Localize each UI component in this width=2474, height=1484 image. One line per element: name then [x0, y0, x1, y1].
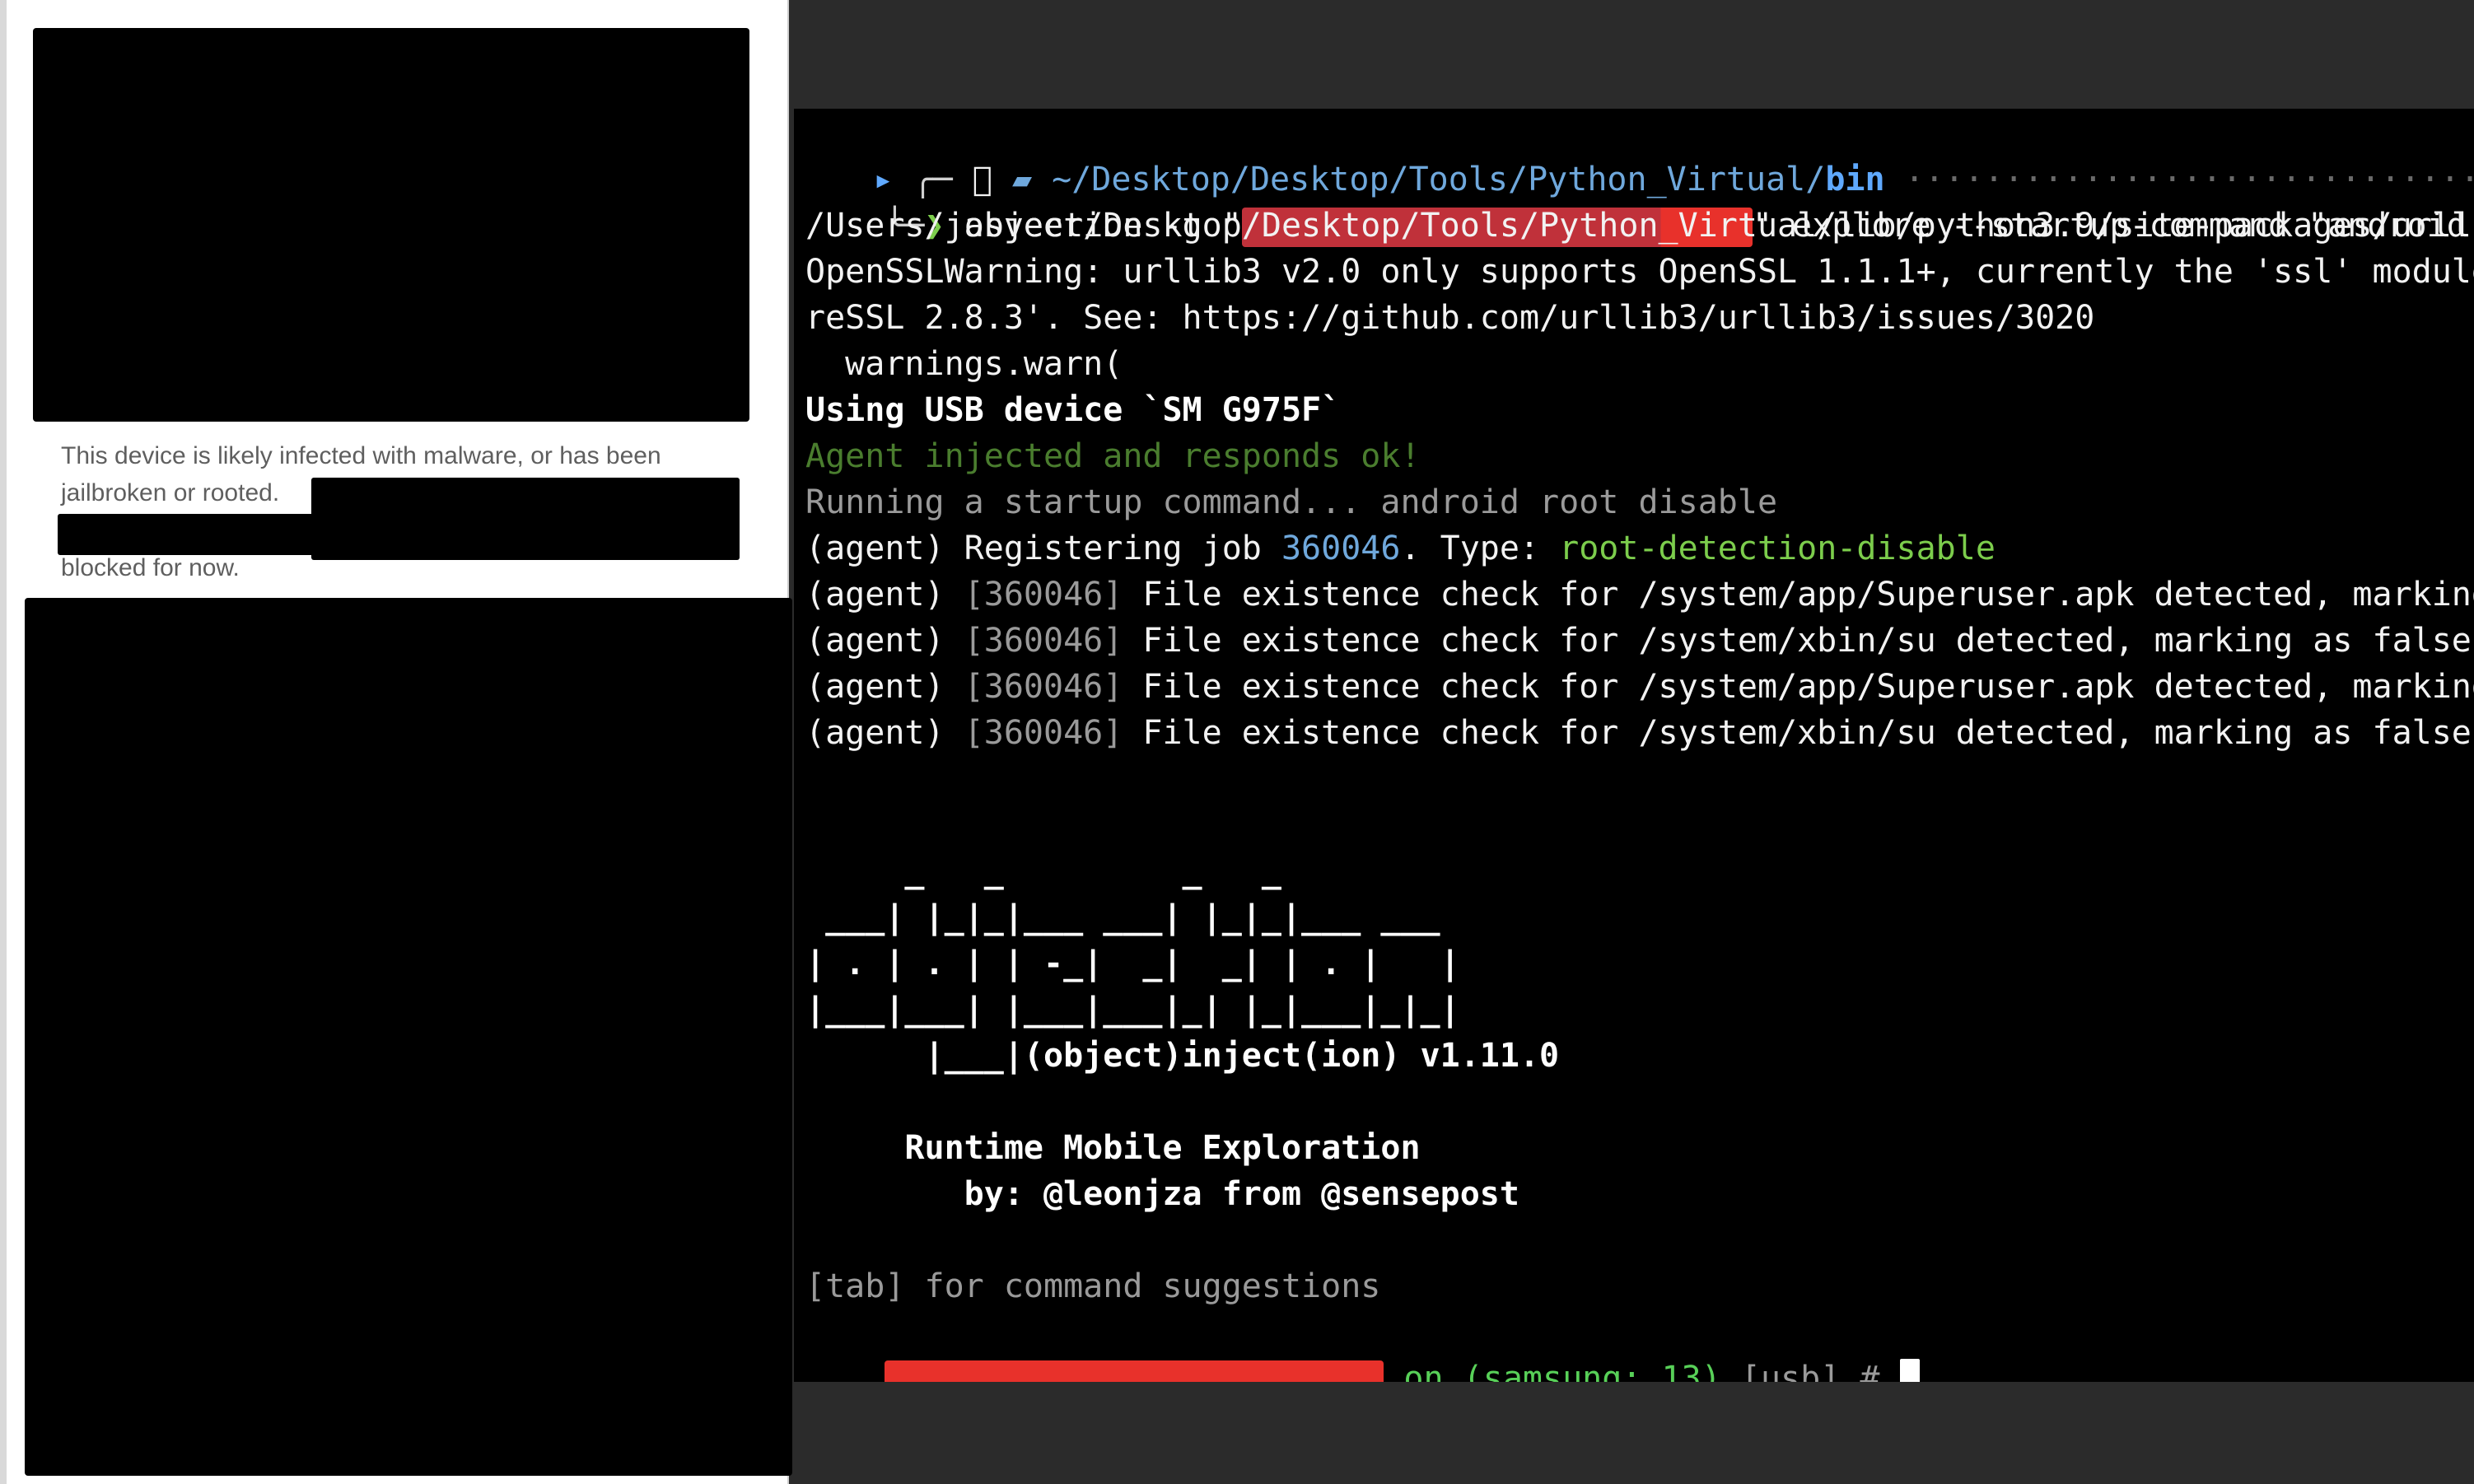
banner-title: Runtime Mobile Exploration [805, 1129, 1421, 1167]
check-job: [360046] [964, 714, 1123, 752]
terminal-window[interactable]: ▸ ╭─  ▰ ~/Desktop/Desktop/Tools/Python_… [794, 109, 2474, 1382]
job-id: 360046 [1281, 530, 1401, 567]
redacted-image-bottom [25, 598, 792, 1476]
check-job: [360046] [964, 668, 1123, 706]
device-screen-panel: This device is likely infected with malw… [0, 0, 792, 1484]
banner-line: | . | . | | -_| _| _| | . | | [805, 945, 1460, 982]
repl-prompt-line[interactable]: on (samsung: 13) [usb] # [805, 1309, 1920, 1382]
check-text: File existence check for /system/app/Sup… [1142, 576, 2474, 614]
warning-line-2: jailbroken or rooted. [61, 479, 280, 506]
tab-hint: [tab] for command suggestions [805, 1267, 1381, 1305]
warning-line-3: blocked for now. [61, 554, 240, 581]
check-prefix: (agent) [805, 668, 964, 706]
banner-line: |___|___| |___|___|_| |_|___|_|_| [805, 991, 1460, 1029]
job-line: (agent) Registering job 360046. Type: ro… [805, 525, 1996, 572]
agent-ok-line: Agent injected and responds ok! [805, 437, 1421, 475]
check-prefix: (agent) [805, 622, 964, 660]
redacted-block-2 [58, 514, 321, 555]
job-prefix: (agent) Registering job [805, 530, 1281, 567]
job-mid: . Type: [1400, 530, 1560, 567]
warning-line-1: This device is likely infected with malw… [61, 442, 661, 469]
check-prefix: (agent) [805, 576, 964, 614]
banner-line: _ _ _ _ [805, 852, 1281, 890]
redacted-block-1 [311, 478, 740, 560]
check-line: (agent) [360046] File existence check fo… [805, 710, 2474, 756]
check-job: [360046] [964, 576, 1123, 614]
redacted-image-top [33, 28, 749, 422]
check-text: File existence check for /system/xbin/su… [1123, 622, 2474, 660]
output-line: OpenSSLWarning: urllib3 v2.0 only suppor… [805, 253, 2474, 291]
check-line: (agent) [360046] File existence check fo… [805, 572, 2474, 618]
check-job: [360046] [964, 622, 1123, 660]
command-line: ╰─❯ objection -g " " explore --startup-co… [805, 156, 2474, 247]
job-type: root-detection-disable [1559, 530, 1996, 567]
output-line: warnings.warn( [805, 345, 1123, 383]
check-line: (agent) [360046] File existence check fo… [805, 664, 2474, 710]
prompt-line: ▸ ╭─  ▰ ~/Desktop/Desktop/Tools/Python_… [794, 110, 2474, 198]
check-line: (agent) [360046] File existence check fo… [805, 618, 2474, 664]
device-status: on (samsung: 13) [1403, 1360, 1721, 1382]
banner-line: ___| |_|_|___ ___| |_|_|___ ___ [805, 898, 1440, 936]
output-line: /Users/jasveer/Desktop/Desktop/Tools/Pyt… [805, 207, 2474, 245]
prompt-hash: # [1860, 1360, 1880, 1382]
usb-device-line: Using USB device `SM G975F` [805, 391, 1342, 429]
redacted-app-name [885, 1360, 1384, 1382]
check-text: File existence check for /system/app/Sup… [1142, 668, 2474, 706]
banner-version-line: |___|(object)inject(ion) v1.11.0 [805, 1037, 1560, 1075]
startup-line: Running a startup command... android roo… [805, 483, 1778, 521]
banner-byline: by: @leonjza from @sensepost [805, 1175, 1519, 1213]
text-cursor[interactable] [1899, 1359, 1920, 1382]
check-prefix: (agent) [805, 714, 964, 752]
output-line: reSSL 2.8.3'. See: https://github.com/ur… [805, 299, 2095, 337]
transport-label: [usb] [1740, 1360, 1841, 1382]
check-text: File existence check for /system/xbin/su… [1123, 714, 2474, 752]
